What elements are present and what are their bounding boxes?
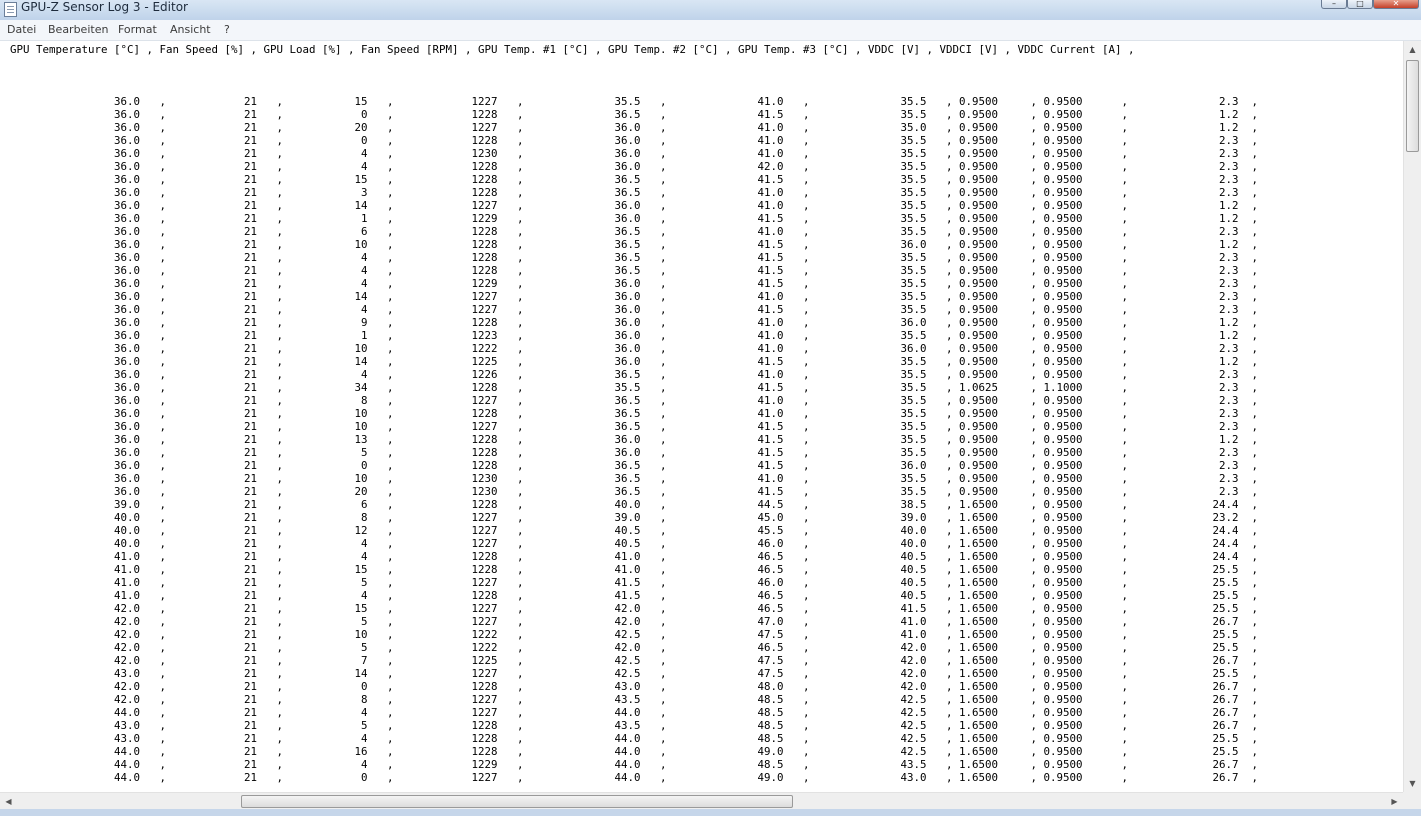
maximize-button[interactable]: □	[1347, 0, 1373, 9]
menu-bearbeiten[interactable]: Bearbeiten	[48, 23, 108, 37]
log-header-line: GPU Temperature [°C] , Fan Speed [%] , G…	[10, 43, 1135, 56]
scroll-left-icon[interactable]: ◀	[0, 793, 17, 810]
scrollbar-corner	[1403, 792, 1421, 809]
window-frame-bottom	[0, 809, 1421, 816]
vertical-scroll-thumb[interactable]	[1406, 60, 1419, 152]
scroll-right-icon[interactable]: ▶	[1386, 793, 1403, 810]
vertical-scrollbar[interactable]: ▲ ▼	[1403, 41, 1421, 792]
title-bar: GPU-Z Sensor Log 3 - Editor – □ ✕	[0, 0, 1421, 20]
menu-bar: Datei Bearbeiten Format Ansicht ?	[0, 20, 1421, 41]
scroll-down-icon[interactable]: ▼	[1404, 775, 1421, 792]
notepad-icon[interactable]	[4, 2, 17, 17]
log-data-lines: 36.0 , 21 , 15 , 1227 , 35.5 , 41.0 , 35…	[114, 95, 1259, 784]
text-editor-area[interactable]: GPU Temperature [°C] , Fan Speed [%] , G…	[0, 41, 1403, 792]
close-button[interactable]: ✕	[1373, 0, 1419, 9]
window-title: GPU-Z Sensor Log 3 - Editor	[21, 0, 188, 14]
menu-ansicht[interactable]: Ansicht	[170, 23, 211, 37]
menu-format[interactable]: Format	[118, 23, 157, 37]
minimize-button[interactable]: –	[1321, 0, 1347, 9]
horizontal-scrollbar[interactable]: ◀ ▶	[0, 792, 1403, 809]
scroll-up-icon[interactable]: ▲	[1404, 41, 1421, 58]
menu-help[interactable]: ?	[224, 23, 230, 37]
menu-datei[interactable]: Datei	[7, 23, 36, 37]
horizontal-scroll-thumb[interactable]	[241, 795, 793, 808]
